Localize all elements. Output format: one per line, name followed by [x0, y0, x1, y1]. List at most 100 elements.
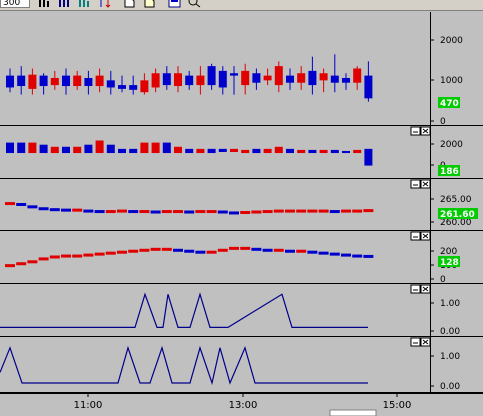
- time-scroll-box[interactable]: [329, 409, 377, 416]
- indicator-segment: [16, 203, 27, 206]
- y-tick-label: 1.00: [440, 299, 460, 309]
- candle-up: [95, 75, 104, 87]
- candle-down: [6, 142, 14, 154]
- candle-down: [252, 148, 261, 154]
- indicator-segment: [83, 209, 94, 213]
- candle-down: [185, 75, 194, 86]
- candle-up: [274, 66, 283, 86]
- candle-up: [196, 148, 205, 154]
- indicator-segment: [184, 210, 195, 214]
- candle-down: [185, 148, 194, 154]
- chart-area[interactable]: 20001000047020000186265.00260.00261.6020…: [0, 0, 483, 416]
- indicator-segment: [61, 254, 71, 258]
- candle-up: [28, 142, 37, 154]
- minimize-button[interactable]: [410, 284, 421, 294]
- indicator-segment: [262, 210, 273, 214]
- candle-down: [62, 75, 70, 87]
- value-badge-label: 128: [440, 258, 459, 268]
- indicator-segment: [5, 202, 15, 206]
- indicator-segment: [229, 211, 239, 215]
- value-badge-label: 470: [440, 99, 459, 109]
- indicator-segment: [329, 210, 340, 214]
- candle-down: [84, 77, 93, 87]
- indicator-segment: [161, 247, 172, 251]
- indicator-segment: [16, 262, 27, 266]
- minimize-button[interactable]: [410, 337, 421, 347]
- candle-up: [50, 146, 59, 154]
- indicator-segment: [128, 249, 139, 253]
- indicator-segment: [307, 250, 318, 254]
- indicator-segment: [94, 252, 105, 256]
- candle-down: [342, 150, 350, 154]
- candle-down: [342, 77, 350, 83]
- candle-up: [353, 68, 362, 83]
- y-tick-label: 0: [440, 275, 446, 285]
- y-tick-label: 1000: [440, 76, 463, 86]
- candle-down: [207, 148, 216, 154]
- candle-down: [364, 75, 373, 99]
- indicator-segment: [296, 209, 307, 213]
- candle-down: [218, 70, 227, 88]
- indicator-segment: [195, 250, 206, 254]
- minimize-button[interactable]: [410, 126, 421, 136]
- indicator-segment: [206, 250, 217, 254]
- indicator-segment: [117, 209, 127, 213]
- candle-down: [364, 148, 373, 166]
- candle-down: [129, 85, 138, 90]
- indicator-segment: [105, 210, 116, 214]
- candle-down: [330, 149, 339, 154]
- candle-down: [17, 142, 26, 154]
- panel-signal1: [0, 284, 430, 336]
- indicator-segment: [49, 208, 60, 212]
- indicator-segment: [240, 210, 251, 214]
- value-badge-label: 186: [440, 167, 459, 177]
- y-tick-label: 2000: [440, 36, 463, 46]
- indicator-segment: [352, 209, 363, 213]
- indicator-segment: [117, 250, 127, 254]
- indicator-segment: [61, 208, 71, 212]
- indicator-segment: [206, 210, 217, 214]
- candle-down: [218, 148, 227, 152]
- indicator-segment: [139, 210, 150, 214]
- candle-up: [297, 73, 306, 83]
- indicator-segment: [128, 210, 139, 214]
- indicator-segment: [251, 210, 262, 214]
- candle-up: [319, 149, 328, 154]
- candle-up: [196, 75, 205, 86]
- indicator-segment: [161, 210, 172, 214]
- candle-up: [73, 146, 82, 154]
- minimize-button[interactable]: [410, 179, 421, 189]
- candle-up: [297, 149, 306, 154]
- y-tick-label: 0: [440, 117, 446, 127]
- minimize-button[interactable]: [410, 231, 421, 241]
- candle-down: [286, 75, 294, 83]
- indicator-segment: [38, 207, 49, 211]
- indicator-segment: [307, 209, 318, 213]
- candle-up: [263, 148, 272, 154]
- candle-down: [207, 66, 216, 86]
- candle-down: [106, 144, 115, 154]
- candle-up: [50, 77, 59, 86]
- y-tick-label: 1.00: [440, 352, 460, 362]
- indicator-segment: [240, 246, 251, 250]
- indicator-segment: [296, 249, 307, 253]
- y-tick-label: 265.00: [440, 195, 472, 205]
- indicator-segment: [285, 249, 295, 253]
- candle-up: [174, 146, 182, 154]
- y-tick-label: 200: [440, 247, 457, 257]
- indicator-segment: [273, 248, 284, 252]
- y-tick-label: 0.00: [440, 327, 460, 337]
- candle-down: [286, 148, 294, 154]
- indicator-segment: [27, 205, 38, 209]
- candle-up: [353, 149, 362, 154]
- candle-up: [151, 142, 160, 154]
- candle-up: [241, 70, 250, 86]
- candle-down: [84, 144, 93, 154]
- candle-down: [330, 75, 339, 83]
- candle-up: [151, 73, 160, 88]
- indicator-segment: [229, 246, 239, 250]
- y-tick-label: 2000: [440, 140, 463, 150]
- indicator-segment: [5, 264, 15, 268]
- indicator-segment: [83, 253, 94, 257]
- indicator-segment: [150, 247, 161, 251]
